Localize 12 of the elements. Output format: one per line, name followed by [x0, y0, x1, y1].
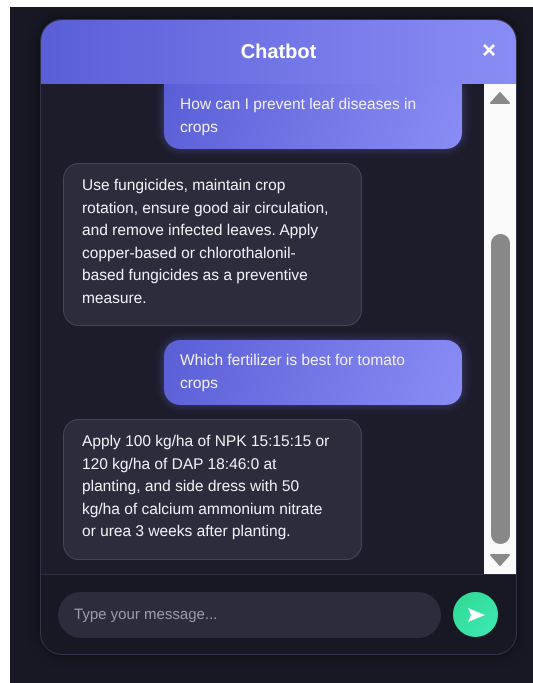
bot-message-bubble: Apply 100 kg/ha of NPK 15:15:15 or 120 kg/ha of DAP 18:46:0 at planting, and side dress with 50 kg/ha of calcium ammonium nitrate or urea 3 weeks after planting. — [63, 419, 362, 560]
scroll-up-arrow-icon[interactable] — [490, 92, 510, 104]
scrollbar[interactable] — [484, 84, 516, 574]
scrollbar-thumb[interactable] — [490, 234, 510, 544]
scroll-down-arrow-icon[interactable] — [490, 554, 510, 566]
user-message-bubble: How can I prevent leaf diseases in crops — [164, 84, 462, 149]
message-input-field[interactable]: Type your message... — [58, 592, 441, 638]
user-message-bubble: Which fertilizer is best for tomato crops — [164, 340, 462, 405]
bot-message-bubble: Use fungicides, maintain crop rotation, ensure good air circulation, and remove infected leaves. Apply copper-based or chlorothalonil-based fungicides as a preventive measure. — [63, 163, 362, 326]
close-button[interactable]: × — [482, 38, 496, 64]
window-title: Chatbot — [240, 40, 316, 64]
send-button[interactable] — [453, 592, 498, 637]
